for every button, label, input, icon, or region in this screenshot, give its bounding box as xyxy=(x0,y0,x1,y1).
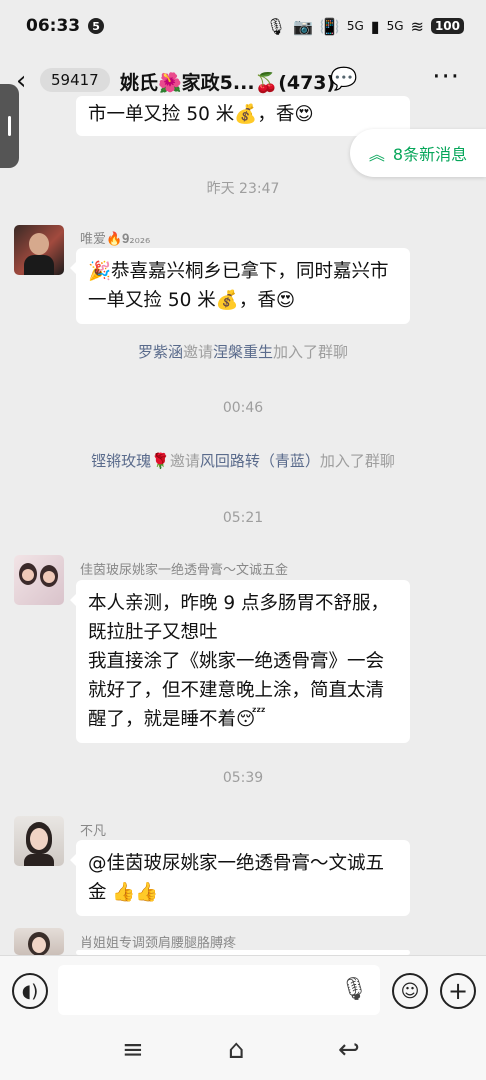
notice-verb: 邀请 xyxy=(169,452,200,470)
message-input[interactable]: 🎙 xyxy=(58,965,380,1015)
sender-name: 佳茵玻尿姚家一绝透骨膏～文诚五金 xyxy=(80,563,289,578)
message-text-line: 我直接涂了《姚家一绝透骨膏》一会就好了，但不建意晚上涂，简直太清醒了，就是睡不着… xyxy=(88,651,385,730)
plus-icon[interactable]: + xyxy=(440,973,476,1009)
timestamp: 05:21 xyxy=(222,510,264,526)
clock: 06:33 xyxy=(26,16,81,36)
microphone-icon[interactable]: 🎙 xyxy=(340,977,368,1002)
system-notice: 罗紫涵邀请涅槃重生加入了群聊 xyxy=(0,341,486,362)
new-messages-label: 8条新消息 xyxy=(392,145,468,164)
camera-icon: 📷 xyxy=(293,16,313,36)
avatar[interactable] xyxy=(14,225,64,275)
signal-icon: ▮ xyxy=(370,16,380,36)
avatar[interactable] xyxy=(14,555,64,605)
timestamp: 05:39 xyxy=(222,770,264,786)
timestamp: 昨天 23:47 xyxy=(206,181,280,197)
signal-1-label: 5G xyxy=(346,19,364,33)
chat-title: 姚氏🌺家政5...🍒(473) xyxy=(120,72,336,94)
back-icon[interactable]: ↩ xyxy=(338,1035,360,1065)
signal-2-label: 5G xyxy=(386,19,404,33)
menu-icon[interactable]: ≡ xyxy=(122,1035,144,1065)
new-messages-button[interactable]: ︽ 8条新消息 xyxy=(350,129,486,177)
message-text: @佳茵玻尿姚家一绝透骨膏～文诚五金 👍👍 xyxy=(88,853,385,903)
avatar[interactable] xyxy=(14,928,64,955)
message-text: 🎉恭喜嘉兴桐乡已拿下，同时嘉兴市一单又捡 50 米💰，香😍 xyxy=(88,261,389,311)
status-bar: 06:33 5 🎙 📷 📳 5G ▮ 5G ≋ 100 xyxy=(0,0,486,52)
vibrate-icon: 📳 xyxy=(319,16,340,36)
notice-tail: 加入了群聊 xyxy=(319,452,395,470)
message-bubble-partial[interactable]: 市一单又捡 50 米💰，香😍 xyxy=(76,96,410,136)
notice-tail: 加入了群聊 xyxy=(273,343,349,361)
timestamp: 00:46 xyxy=(222,400,264,416)
more-options-icon[interactable]: ··· xyxy=(432,62,460,92)
wifi-icon: ≋ xyxy=(410,16,424,36)
voice-mode-icon[interactable]: ◖) xyxy=(12,973,48,1009)
sender-name: 肖姐姐专调颈肩腰腿胳膊疼 xyxy=(80,936,237,951)
unread-count-pill[interactable]: 59417 xyxy=(40,68,110,92)
notice-name[interactable]: 涅槃重生 xyxy=(213,343,273,361)
message-text: 市一单又捡 50 米💰，香😍 xyxy=(88,104,314,125)
notice-verb: 邀请 xyxy=(182,343,213,361)
microphone-icon: 🎙 xyxy=(265,16,286,36)
message-bubble[interactable]: 🎉恭喜嘉兴桐乡已拿下，同时嘉兴市一单又捡 50 米💰，香😍 xyxy=(70,248,410,324)
emoji-icon[interactable]: ☺ xyxy=(392,973,428,1009)
double-chevron-up-icon: ︽ xyxy=(368,145,385,164)
notice-name[interactable]: 铿锵玫瑰🌹 xyxy=(91,452,170,470)
system-navigation-bar: ≡ ⌂ ↩ xyxy=(0,1025,486,1080)
system-notice: 铿锵玫瑰🌹邀请风回路转（青蓝）加入了群聊 xyxy=(0,450,486,471)
message-bubble[interactable]: 本人亲测，昨晚 9 点多肠胃不舒服，既拉肚子又想吐 我直接涂了《姚家一绝透骨膏》… xyxy=(70,580,410,743)
notification-count-badge: 5 xyxy=(88,18,105,34)
message-text-line: 本人亲测，昨晚 9 点多肠胃不舒服，既拉肚子又想吐 xyxy=(88,593,390,643)
battery-indicator: 100 xyxy=(430,18,464,34)
message-bubble[interactable]: @佳茵玻尿姚家一绝透骨膏～文诚五金 👍👍 xyxy=(70,840,410,916)
sender-name: 唯爱🔥𝟗₂₀₂₆ xyxy=(80,232,151,247)
chat-bubble-icon: 💬 xyxy=(330,67,358,92)
avatar[interactable] xyxy=(14,816,64,866)
notice-name[interactable]: 罗紫涵 xyxy=(138,343,183,361)
notice-name[interactable]: 风回路转（青蓝） xyxy=(200,452,320,470)
home-icon[interactable]: ⌂ xyxy=(228,1035,245,1065)
input-bar: ◖) 🎙 ☺ + xyxy=(0,955,486,1025)
sender-name: 不凡 xyxy=(80,824,107,839)
side-drawer-handle[interactable] xyxy=(0,84,19,168)
